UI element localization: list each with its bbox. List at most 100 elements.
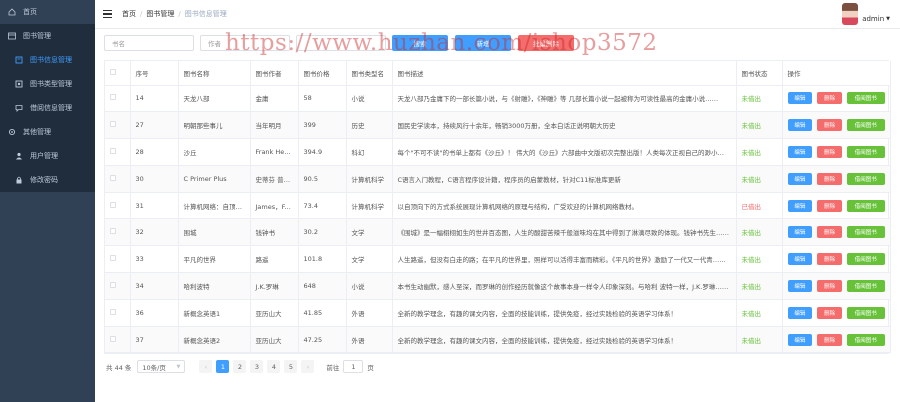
- edit-button[interactable]: 编辑: [787, 333, 813, 346]
- goto-page-input[interactable]: 1: [343, 360, 364, 373]
- page-button[interactable]: 2: [233, 360, 247, 373]
- borrow-button[interactable]: 借阅图书: [846, 226, 885, 239]
- user-menu[interactable]: admin ▼: [842, 3, 890, 25]
- cell-actions: 编辑 删除 借阅图书: [782, 111, 891, 140]
- borrow-button[interactable]: 借阅图书: [846, 172, 885, 185]
- row-checkbox[interactable]: [105, 85, 131, 113]
- row-checkbox[interactable]: [105, 192, 131, 220]
- type-select[interactable]: [296, 35, 386, 51]
- user-icon: [15, 152, 23, 160]
- cell-author: 金庸: [250, 85, 299, 113]
- borrow-button[interactable]: 借阅图书: [846, 92, 885, 105]
- cell-actions: 编辑 删除 借阅图书: [782, 272, 891, 300]
- sidebar-group-book-management[interactable]: 图书管理: [0, 24, 95, 48]
- cell-author: 路遥: [250, 245, 299, 274]
- edit-button[interactable]: 编辑: [787, 145, 813, 158]
- sidebar-item-borrow-info[interactable]: 借阅信息管理: [0, 96, 95, 120]
- book-name-input[interactable]: 书名: [104, 35, 194, 51]
- borrow-button[interactable]: 借阅图书: [846, 253, 885, 266]
- prev-page-button[interactable]: ‹: [199, 360, 213, 373]
- author-input[interactable]: 作者: [200, 35, 290, 51]
- delete-button[interactable]: 删除: [817, 279, 842, 292]
- delete-button[interactable]: 删除: [817, 145, 842, 158]
- page-button[interactable]: 3: [250, 360, 264, 373]
- edit-button[interactable]: 编辑: [787, 92, 813, 105]
- cell-status: 已借出: [736, 192, 783, 220]
- table-row: 33 平凡的世界 路遥 101.8 文学 人生路遥，但没有白走的路；在平凡的世界里，照样可…: [105, 245, 891, 274]
- cell-author: 亚历山大: [250, 299, 299, 327]
- cell-book-name: 新概念英语1: [178, 299, 251, 327]
- next-page-button[interactable]: ›: [301, 360, 315, 373]
- breadcrumb-separator: /: [140, 10, 143, 18]
- checkbox-icon: [110, 174, 116, 181]
- batch-delete-button[interactable]: 批量删除: [518, 35, 574, 51]
- delete-button[interactable]: 删除: [817, 199, 842, 212]
- row-actions: 编辑 删除 借阅图书: [787, 145, 885, 158]
- sidebar-group-other-management[interactable]: 其他管理: [0, 120, 95, 144]
- sidebar-item-home[interactable]: 首页: [0, 0, 95, 24]
- table-row: 28 沙丘 Frank Herbert 394.9 科幻 每个"不可不读"的书单上都有《沙…: [105, 138, 891, 166]
- search-button[interactable]: 搜索: [392, 35, 448, 51]
- edit-button[interactable]: 编辑: [787, 172, 813, 185]
- borrow-button[interactable]: 借阅图书: [846, 279, 885, 292]
- edit-button[interactable]: 编辑: [787, 199, 813, 212]
- avatar[interactable]: [842, 3, 859, 25]
- checkbox-icon: [110, 335, 116, 342]
- table-row: 14 天龙八部 金庸 58 小说 天龙八部乃金庸下的一部长篇小说，与《射雕》，《神雕》等 …: [105, 85, 891, 113]
- cell-status: 未借出: [736, 165, 783, 193]
- sidebar-item-book-info[interactable]: 图书信息管理: [0, 48, 95, 72]
- edit-button[interactable]: 编辑: [787, 306, 813, 319]
- borrow-button[interactable]: 借阅图书: [846, 306, 885, 319]
- breadcrumb-home[interactable]: 首页: [122, 9, 136, 19]
- sidebar-item-label: 借阅信息管理: [30, 104, 72, 112]
- page-button[interactable]: 1: [216, 360, 230, 373]
- row-checkbox[interactable]: [105, 245, 131, 274]
- row-checkbox[interactable]: [105, 111, 131, 140]
- page-button[interactable]: 4: [267, 360, 281, 373]
- delete-button[interactable]: 删除: [817, 253, 842, 266]
- checkbox-icon: [110, 147, 116, 154]
- borrow-button[interactable]: 借阅图书: [846, 199, 885, 212]
- row-checkbox[interactable]: [105, 165, 131, 193]
- delete-button[interactable]: 删除: [817, 306, 842, 319]
- row-checkbox[interactable]: [105, 326, 131, 354]
- hamburger-menu-icon[interactable]: [103, 10, 112, 18]
- edit-button[interactable]: 编辑: [787, 253, 813, 266]
- cell-id: 30: [130, 165, 179, 193]
- row-checkbox[interactable]: [105, 272, 131, 300]
- sidebar-item-book-type[interactable]: 图书类型管理: [0, 72, 95, 96]
- row-actions: 编辑 删除 借阅图书: [787, 306, 885, 319]
- cell-type: 外语: [346, 326, 393, 354]
- cell-actions: 编辑 删除 借阅图书: [782, 138, 891, 166]
- edit-button[interactable]: 编辑: [787, 119, 813, 132]
- page-button[interactable]: 5: [284, 360, 298, 373]
- delete-button[interactable]: 删除: [817, 119, 842, 132]
- delete-button[interactable]: 删除: [817, 226, 842, 239]
- edit-button[interactable]: 编辑: [787, 226, 813, 239]
- cell-actions: 编辑 删除 借阅图书: [782, 299, 891, 327]
- cell-status: 未借出: [736, 272, 783, 300]
- breadcrumb-book-management[interactable]: 图书管理: [146, 9, 174, 19]
- sidebar-item-change-password[interactable]: 修改密码: [0, 168, 95, 192]
- row-checkbox[interactable]: [105, 299, 131, 327]
- delete-button[interactable]: 删除: [817, 92, 842, 105]
- borrow-button[interactable]: 借阅图书: [846, 333, 885, 346]
- delete-button[interactable]: 删除: [817, 172, 842, 185]
- cell-type: 文学: [346, 218, 393, 247]
- delete-button[interactable]: 删除: [817, 333, 842, 346]
- row-checkbox[interactable]: [105, 138, 131, 166]
- borrow-button[interactable]: 借阅图书: [846, 119, 885, 132]
- sidebar-item-user-management[interactable]: 用户管理: [0, 144, 95, 168]
- checkbox-icon: [110, 228, 116, 235]
- edit-button[interactable]: 编辑: [787, 279, 813, 292]
- row-actions: 编辑 删除 借阅图书: [787, 279, 885, 292]
- add-button[interactable]: 新增: [455, 35, 511, 51]
- tag-icon: [15, 80, 23, 88]
- cell-type: 文学: [346, 245, 393, 274]
- checkbox-icon: [110, 94, 116, 101]
- row-checkbox[interactable]: [105, 218, 131, 247]
- borrow-button[interactable]: 借阅图书: [846, 145, 885, 158]
- page-size-select[interactable]: 10条/页 ▼: [137, 360, 186, 373]
- select-all-checkbox[interactable]: [105, 61, 131, 86]
- row-actions: 编辑 删除 借阅图书: [787, 333, 885, 346]
